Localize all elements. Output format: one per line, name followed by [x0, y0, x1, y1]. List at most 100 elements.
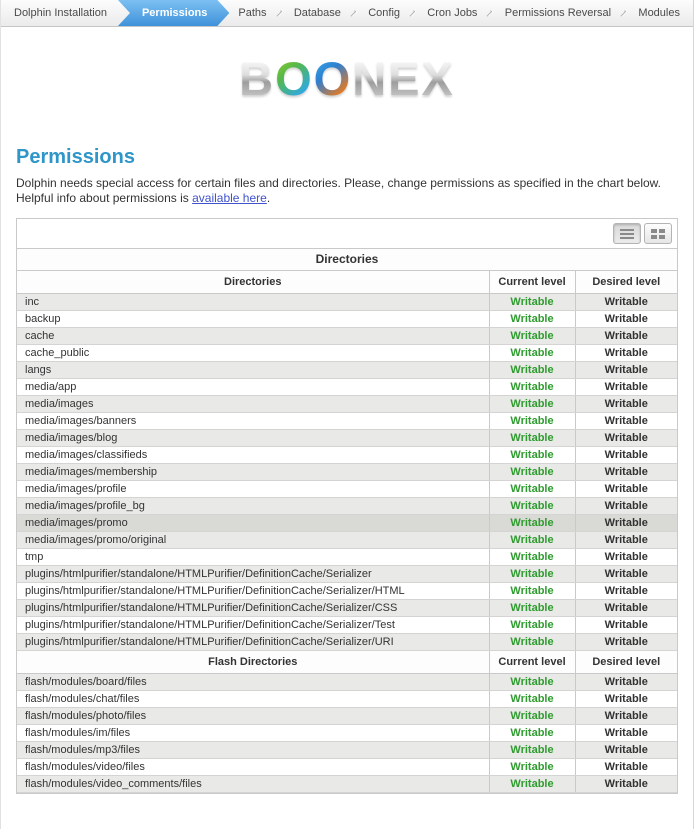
- logo-letter: O: [314, 55, 353, 102]
- nav-item-modules[interactable]: Modules: [625, 0, 693, 26]
- desired-level: Writable: [575, 599, 677, 616]
- directory-path: plugins/htmlpurifier/standalone/HTMLPuri…: [17, 616, 489, 633]
- current-level: Writable: [489, 361, 575, 378]
- nav-item-cron-jobs[interactable]: Cron Jobs: [414, 0, 490, 26]
- directories-column-header: Directories Current level Desired level: [17, 270, 677, 293]
- column-header-current-level: Current level: [489, 650, 575, 673]
- directory-path: flash/modules/im/files: [17, 724, 489, 741]
- current-level: Writable: [489, 741, 575, 758]
- desired-level: Writable: [575, 707, 677, 724]
- current-level: Writable: [489, 724, 575, 741]
- table-row: media/images/profile_bgWritableWritable: [17, 497, 677, 514]
- nav-item-paths[interactable]: Paths: [225, 0, 279, 26]
- directory-path: media/images/promo: [17, 514, 489, 531]
- intro-line1: Dolphin needs special access for certain…: [16, 176, 661, 190]
- desired-level: Writable: [575, 565, 677, 582]
- flash-directories-header: Flash Directories Current level Desired …: [17, 650, 677, 673]
- table-row: tmpWritableWritable: [17, 548, 677, 565]
- nav-item-config[interactable]: Config: [355, 0, 413, 26]
- desired-level: Writable: [575, 429, 677, 446]
- desired-level: Writable: [575, 395, 677, 412]
- intro-line2-prefix: Helpful info about permissions is: [16, 191, 192, 205]
- table-row: flash/modules/video/filesWritableWritabl…: [17, 758, 677, 775]
- directory-path: plugins/htmlpurifier/standalone/HTMLPuri…: [17, 599, 489, 616]
- directories-rows: incWritableWritablebackupWritableWritabl…: [17, 293, 677, 650]
- table-row: flash/modules/photo/filesWritableWritabl…: [17, 707, 677, 724]
- current-level: Writable: [489, 412, 575, 429]
- current-level: Writable: [489, 480, 575, 497]
- current-level: Writable: [489, 310, 575, 327]
- table-row: media/images/profileWritableWritable: [17, 480, 677, 497]
- directory-path: flash/modules/video_comments/files: [17, 775, 489, 792]
- column-header-desired-level: Desired level: [575, 270, 677, 293]
- table-row: cacheWritableWritable: [17, 327, 677, 344]
- table-row: flash/modules/board/filesWritableWritabl…: [17, 673, 677, 690]
- table-row: media/images/promo/originalWritableWrita…: [17, 531, 677, 548]
- directory-path: media/images/profile_bg: [17, 497, 489, 514]
- current-level: Writable: [489, 775, 575, 792]
- current-level: Writable: [489, 327, 575, 344]
- directory-path: inc: [17, 293, 489, 310]
- directory-path: media/images/promo/original: [17, 531, 489, 548]
- nav-item-dolphin-installation[interactable]: Dolphin Installation: [1, 0, 120, 26]
- nav-item-database[interactable]: Database: [281, 0, 354, 26]
- current-level: Writable: [489, 344, 575, 361]
- table-row: media/images/promoWritableWritable: [17, 514, 677, 531]
- directory-path: flash/modules/chat/files: [17, 690, 489, 707]
- current-level: Writable: [489, 446, 575, 463]
- desired-level: Writable: [575, 378, 677, 395]
- nav-item-permissions-reversal[interactable]: Permissions Reversal: [492, 0, 624, 26]
- grid-view-icon: [651, 229, 665, 239]
- directory-path: media/images/banners: [17, 412, 489, 429]
- directory-path: media/images/blog: [17, 429, 489, 446]
- directory-path: plugins/htmlpurifier/standalone/HTMLPuri…: [17, 565, 489, 582]
- current-level: Writable: [489, 633, 575, 650]
- current-level: Writable: [489, 758, 575, 775]
- desired-level: Writable: [575, 531, 677, 548]
- nav-bar: Dolphin InstallationPermissionsPathsData…: [1, 0, 693, 27]
- available-here-link[interactable]: available here: [192, 191, 267, 205]
- directory-path: media/images/classifieds: [17, 446, 489, 463]
- directory-path: flash/modules/board/files: [17, 673, 489, 690]
- desired-level: Writable: [575, 690, 677, 707]
- list-view-icon: [620, 229, 634, 239]
- table-row: langsWritableWritable: [17, 361, 677, 378]
- permissions-table: Directories Directories Current level De…: [17, 249, 677, 793]
- current-level: Writable: [489, 293, 575, 310]
- logo-letter: X: [422, 55, 455, 102]
- group-title: Directories: [17, 249, 677, 270]
- desired-level: Writable: [575, 446, 677, 463]
- current-level: Writable: [489, 497, 575, 514]
- current-level: Writable: [489, 548, 575, 565]
- table-row: flash/modules/chat/filesWritableWritable: [17, 690, 677, 707]
- directory-path: cache_public: [17, 344, 489, 361]
- list-view-button[interactable]: [613, 223, 641, 244]
- directory-path: media/images: [17, 395, 489, 412]
- desired-level: Writable: [575, 327, 677, 344]
- directory-path: langs: [17, 361, 489, 378]
- desired-level: Writable: [575, 741, 677, 758]
- intro-line2-suffix: .: [267, 191, 270, 205]
- directory-path: tmp: [17, 548, 489, 565]
- directory-path: flash/modules/video/files: [17, 758, 489, 775]
- logo-letter: O: [275, 55, 314, 102]
- table-row: media/images/blogWritableWritable: [17, 429, 677, 446]
- desired-level: Writable: [575, 310, 677, 327]
- desired-level: Writable: [575, 344, 677, 361]
- grid-view-button[interactable]: [644, 223, 672, 244]
- table-row: backupWritableWritable: [17, 310, 677, 327]
- directory-path: media/app: [17, 378, 489, 395]
- directory-path: media/images/membership: [17, 463, 489, 480]
- table-row: plugins/htmlpurifier/standalone/HTMLPuri…: [17, 633, 677, 650]
- logo-letter: E: [388, 55, 421, 102]
- table-row: flash/modules/im/filesWritableWritable: [17, 724, 677, 741]
- current-level: Writable: [489, 707, 575, 724]
- column-header-current-level: Current level: [489, 270, 575, 293]
- nav-item-permissions[interactable]: Permissions: [118, 0, 229, 26]
- table-row: plugins/htmlpurifier/standalone/HTMLPuri…: [17, 616, 677, 633]
- current-level: Writable: [489, 531, 575, 548]
- desired-level: Writable: [575, 633, 677, 650]
- desired-level: Writable: [575, 361, 677, 378]
- desired-level: Writable: [575, 293, 677, 310]
- desired-level: Writable: [575, 616, 677, 633]
